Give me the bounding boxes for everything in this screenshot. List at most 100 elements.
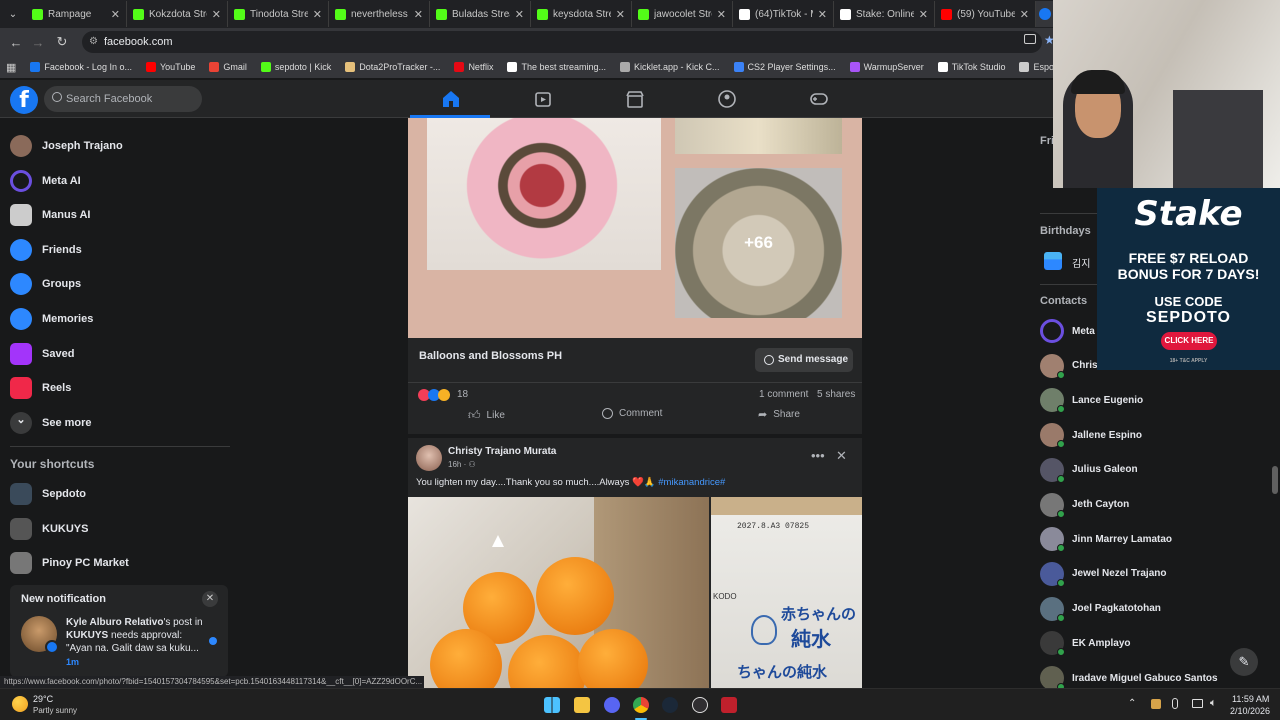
- browser-tab[interactable]: (59) YouTube ✕: [935, 1, 1036, 27]
- hashtag-link[interactable]: #mikanandrice#: [658, 477, 725, 488]
- tray-app-icon[interactable]: [1151, 699, 1161, 709]
- contact-item[interactable]: Jewel Nezel Trajano: [1040, 560, 1167, 588]
- post-photo-grid[interactable]: +66: [408, 118, 862, 338]
- bouquet-photo-2[interactable]: [675, 118, 842, 154]
- share-count[interactable]: 5 shares: [817, 389, 855, 400]
- back-icon[interactable]: ←: [4, 35, 28, 50]
- sidebar-item-saved[interactable]: Saved: [10, 339, 74, 369]
- sidebar-item-see-more[interactable]: ⌄ See more: [10, 408, 92, 438]
- discord-icon[interactable]: [604, 697, 620, 713]
- contact-item[interactable]: Meta: [1040, 317, 1095, 345]
- bookmark-item[interactable]: sepdoto | Kick: [260, 62, 331, 72]
- url-field[interactable]: ⚙ facebook.com: [82, 31, 1042, 53]
- contact-item[interactable]: Christ: [1040, 352, 1101, 380]
- contact-item[interactable]: Joel Pagkatotohan: [1040, 595, 1161, 623]
- oranges-photo[interactable]: [408, 497, 709, 688]
- contact-item[interactable]: Lance Eugenio: [1040, 386, 1143, 414]
- marketplace-icon[interactable]: [624, 88, 646, 110]
- bouquet-photo-main[interactable]: [427, 118, 661, 270]
- reactions-icons[interactable]: [418, 389, 450, 401]
- browser-tab[interactable]: Stake: Online C ✕: [834, 1, 935, 27]
- home-icon[interactable]: [440, 88, 462, 110]
- tab-close-icon[interactable]: ✕: [1020, 8, 1029, 21]
- sidebar-item-memories[interactable]: Memories: [10, 304, 93, 334]
- bookmark-item[interactable]: WarmupServer: [849, 62, 924, 72]
- tab-close-icon[interactable]: ✕: [212, 8, 221, 21]
- bookmark-item[interactable]: YouTube: [145, 62, 195, 72]
- close-icon[interactable]: ✕: [202, 591, 218, 607]
- windows-start-icon[interactable]: [544, 697, 560, 713]
- notification-popup[interactable]: New notification ✕ Kyle Alburo Relativo'…: [10, 585, 228, 677]
- browser-tab[interactable]: Kokzdota Strea ✕: [127, 1, 228, 27]
- contact-item[interactable]: EK Amplayo: [1040, 629, 1131, 657]
- bookmark-item[interactable]: The best streaming...: [507, 62, 606, 72]
- reaction-count[interactable]: 18: [457, 389, 468, 400]
- reload-icon[interactable]: ↻: [50, 34, 74, 50]
- like-button[interactable]: 👍︎ Like: [468, 408, 505, 423]
- browser-tab[interactable]: Buladas Stream ✕: [430, 1, 531, 27]
- stake-ad-overlay[interactable]: Stake FREE $7 RELOAD BONUS FOR 7 DAYS! U…: [1097, 188, 1280, 370]
- contact-item[interactable]: Jeth Cayton: [1040, 491, 1129, 519]
- contact-item[interactable]: Jallene Espino: [1040, 421, 1142, 449]
- comment-button[interactable]: Comment: [602, 408, 662, 419]
- browser-tab[interactable]: Tinodota Strea ✕: [228, 1, 329, 27]
- tab-close-icon[interactable]: ✕: [313, 8, 322, 21]
- facebook-logo[interactable]: f: [10, 86, 38, 114]
- sidebar-item-friends[interactable]: Friends: [10, 235, 82, 265]
- bookmark-item[interactable]: TikTok Studio: [937, 62, 1005, 72]
- weather-desc[interactable]: Partly sunny: [33, 706, 77, 715]
- chrome-icon[interactable]: [633, 697, 649, 713]
- weather-temp[interactable]: 29°C: [33, 694, 53, 704]
- search-input[interactable]: Search Facebook: [44, 86, 202, 112]
- bookmark-item[interactable]: Dota2ProTracker -...: [345, 62, 440, 72]
- new-message-button[interactable]: ✎: [1230, 648, 1258, 676]
- birthday-name[interactable]: 김지: [1072, 255, 1090, 270]
- active-tab-facebook[interactable]: [1036, 1, 1054, 27]
- bookmark-item[interactable]: Gmail: [209, 62, 247, 72]
- comment-count[interactable]: 1 comment: [759, 389, 808, 400]
- bookmark-item[interactable]: Facebook - Log In o...: [30, 62, 132, 72]
- steam-icon[interactable]: [662, 697, 678, 713]
- obs-icon[interactable]: [692, 697, 708, 713]
- shortcut-item[interactable]: KUKUYS: [10, 514, 88, 544]
- tab-close-icon[interactable]: ✕: [616, 8, 625, 21]
- share-button[interactable]: ➦ Share: [758, 408, 800, 421]
- volume-icon[interactable]: 🔈︎: [1210, 697, 1217, 710]
- send-message-button[interactable]: Send message: [755, 348, 853, 372]
- browser-tab[interactable]: Rampage ✕: [26, 1, 127, 27]
- tab-search-button[interactable]: ⌄: [0, 1, 26, 27]
- tab-close-icon[interactable]: ✕: [818, 8, 827, 21]
- bookmark-item[interactable]: Kicklet.app - Kick C...: [620, 62, 720, 72]
- tab-close-icon[interactable]: ✕: [919, 8, 928, 21]
- clock-time[interactable]: 11:59 AM: [1232, 694, 1269, 704]
- page-scrollbar[interactable]: [1272, 466, 1278, 494]
- install-app-icon[interactable]: [1024, 34, 1036, 44]
- browser-tab[interactable]: (64)TikTok - M ✕: [733, 1, 834, 27]
- shortcut-item[interactable]: Pinoy PC Market: [10, 548, 129, 578]
- more-options-icon[interactable]: •••: [811, 448, 825, 463]
- display-icon[interactable]: [1192, 699, 1203, 708]
- sidebar-item-groups[interactable]: Groups: [10, 269, 81, 299]
- browser-tab[interactable]: keysdota Strea ✕: [531, 1, 632, 27]
- bookmark-item[interactable]: Netflix: [454, 62, 493, 72]
- bouquet-photo-3[interactable]: +66: [675, 168, 842, 318]
- shortcut-item[interactable]: Sepdoto: [10, 479, 86, 509]
- weather-icon[interactable]: [12, 696, 28, 712]
- tab-close-icon[interactable]: ✕: [111, 8, 120, 21]
- water-box-photo[interactable]: 2027.8.A3 07825 KODO 赤ちゃんの 純水 ちゃんの純水: [711, 497, 862, 688]
- microphone-icon[interactable]: [1172, 698, 1178, 709]
- file-explorer-icon[interactable]: [574, 697, 590, 713]
- author-avatar[interactable]: [416, 445, 442, 471]
- sidebar-item-meta-ai[interactable]: Meta AI: [10, 166, 81, 196]
- apps-grid-icon[interactable]: ▦: [6, 61, 16, 74]
- hide-post-icon[interactable]: ✕: [836, 448, 847, 464]
- clock-date[interactable]: 2/10/2026: [1230, 706, 1270, 716]
- page-name[interactable]: Balloons and Blossoms PH: [419, 350, 562, 362]
- browser-tab[interactable]: jawocolet Strea ✕: [632, 1, 733, 27]
- browser-tab[interactable]: nevertheless S ✕: [329, 1, 430, 27]
- ad-cta-button[interactable]: CLICK HERE: [1161, 332, 1217, 350]
- tab-close-icon[interactable]: ✕: [414, 8, 423, 21]
- gaming-icon[interactable]: [808, 88, 830, 110]
- bookmark-item[interactable]: CS2 Player Settings...: [733, 62, 836, 72]
- app-icon[interactable]: [721, 697, 737, 713]
